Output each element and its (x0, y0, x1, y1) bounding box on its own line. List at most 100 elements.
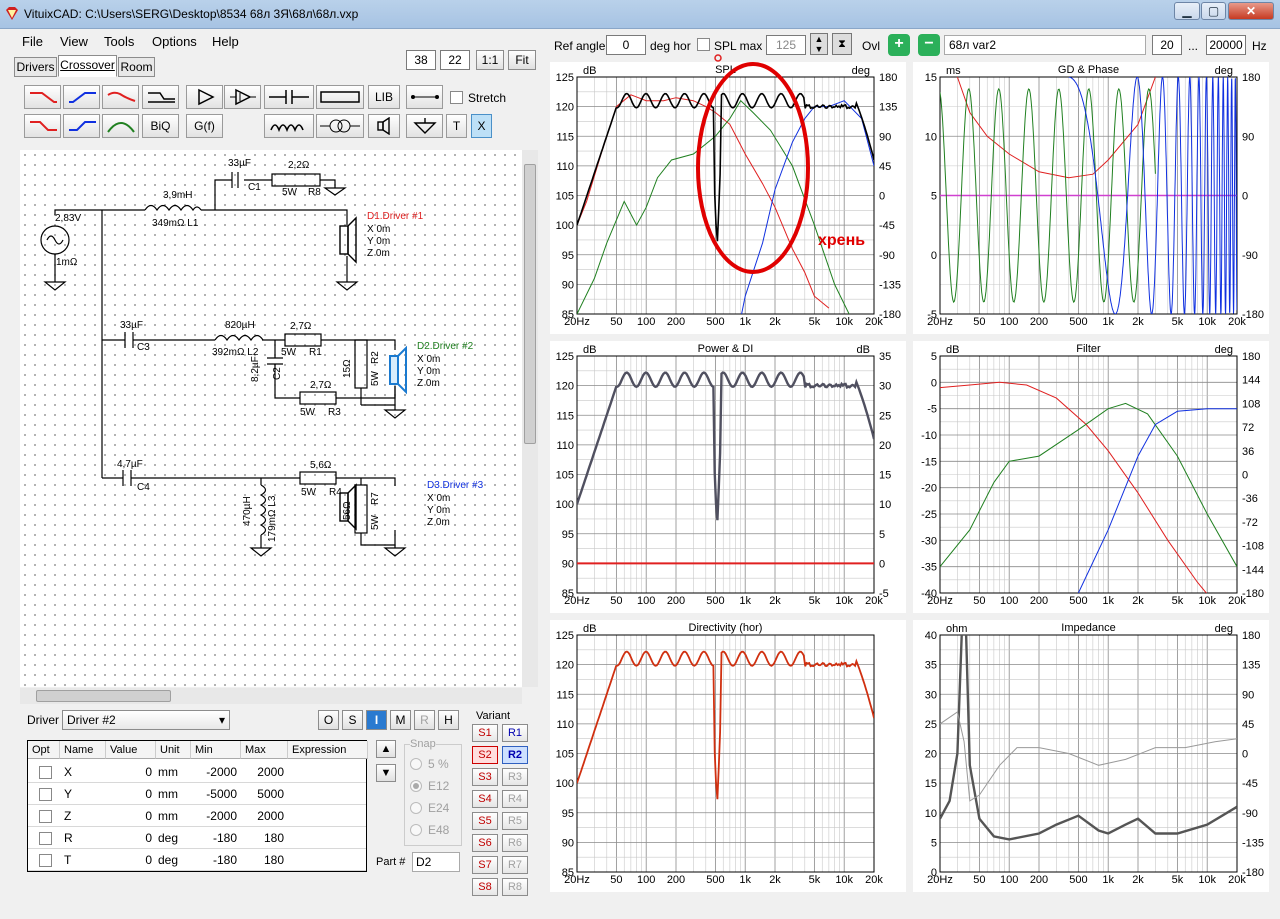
variant-r-button[interactable]: R2 (502, 746, 528, 764)
stretch-checkbox[interactable] (450, 91, 463, 104)
tab-drivers[interactable]: Drivers (14, 57, 57, 77)
minimize-button[interactable]: ▁ (1174, 2, 1200, 20)
step-filter-button[interactable] (142, 85, 179, 109)
x-button[interactable]: X (471, 114, 492, 138)
cell-value[interactable]: 0 (106, 853, 152, 867)
variant-r-button[interactable]: R7 (502, 856, 528, 874)
grid-height-field[interactable]: 22 (440, 50, 470, 70)
opt-checkbox[interactable] (39, 810, 52, 823)
cell-value[interactable]: 0 (106, 787, 152, 801)
library-button[interactable]: LIB (368, 85, 400, 109)
ref-angle-field[interactable]: 0 (606, 35, 646, 55)
buffer-button[interactable] (186, 85, 223, 109)
snap-radio[interactable] (410, 780, 422, 792)
inductor-button[interactable] (264, 114, 314, 138)
cell-name[interactable]: X (64, 765, 104, 779)
fit-button[interactable]: Fit (508, 50, 536, 70)
cell-min[interactable]: -180 (191, 831, 237, 845)
driver-i-button[interactable]: I (366, 710, 387, 730)
variant-s-button[interactable]: S1 (472, 724, 498, 742)
move-up-button[interactable]: ▲ (376, 740, 396, 758)
transfer-function-button[interactable]: G(f) (186, 114, 223, 138)
cell-name[interactable]: R (64, 831, 104, 845)
cell-unit[interactable]: deg (158, 853, 190, 867)
cell-value[interactable]: 0 (106, 809, 152, 823)
chart-panel-0[interactable]: SPLdB deg12512011511010510095908518013590… (550, 62, 906, 334)
chart-panel-1[interactable]: GD & Phasems deg151050-5180900-90-18020Hz… (913, 62, 1269, 334)
menu-view[interactable]: View (60, 34, 88, 49)
move-down-button[interactable]: ▼ (376, 764, 396, 782)
variant-s-button[interactable]: S3 (472, 768, 498, 786)
biquad-button[interactable]: BiQ (142, 114, 179, 138)
freq-max-field[interactable]: 20000 (1206, 35, 1246, 55)
variant-r-button[interactable]: R3 (502, 768, 528, 786)
driver-s-button[interactable]: S (342, 710, 363, 730)
driver-button[interactable] (368, 114, 400, 138)
snap-radio[interactable] (410, 824, 422, 836)
snap-radio[interactable] (410, 802, 422, 814)
cell-min[interactable]: -2000 (191, 809, 237, 823)
driver-select[interactable]: Driver #2 ▾ (62, 710, 230, 730)
cell-max[interactable]: 180 (241, 853, 284, 867)
close-button[interactable]: ✕ (1228, 2, 1274, 20)
spl-max-field[interactable]: 125 (766, 35, 806, 55)
opamp-button[interactable] (224, 85, 261, 109)
cell-unit[interactable]: mm (158, 765, 190, 779)
snap-radio[interactable] (410, 758, 422, 770)
variant-r-button[interactable]: R4 (502, 790, 528, 808)
cell-unit[interactable]: mm (158, 787, 190, 801)
wire-button[interactable] (406, 85, 443, 109)
variant-s-button[interactable]: S7 (472, 856, 498, 874)
opt-checkbox[interactable] (39, 788, 52, 801)
remove-overlay-button[interactable]: − (918, 34, 940, 56)
variant-r-button[interactable]: R5 (502, 812, 528, 830)
variant-s-button[interactable]: S4 (472, 790, 498, 808)
cell-unit[interactable]: deg (158, 831, 190, 845)
spl-stepper[interactable]: ▲ ▼ (810, 33, 828, 55)
highpass-blue-button[interactable] (63, 85, 100, 109)
ground-button[interactable] (406, 114, 443, 138)
tab-crossover[interactable]: Crossover (58, 55, 117, 77)
cell-max[interactable]: 180 (241, 831, 284, 845)
lowpass-order2-button[interactable] (24, 114, 61, 138)
lowpass-shelf-button[interactable] (102, 85, 139, 109)
menu-tools[interactable]: Tools (104, 34, 134, 49)
chart-panel-3[interactable]: FilterdB deg50-5-10-15-20-25-30-35-401801… (913, 341, 1269, 613)
auto-scale-button[interactable]: ⧗ (832, 33, 852, 55)
variant-name-field[interactable]: 68л var2 (944, 35, 1146, 55)
vertical-scrollbar[interactable] (522, 150, 538, 687)
cell-name[interactable]: Y (64, 787, 104, 801)
tab-room[interactable]: Room (118, 57, 155, 77)
chart-panel-2[interactable]: Power & DIdB dB12512011511010510095908535… (550, 341, 906, 613)
cell-name[interactable]: Z (64, 809, 104, 823)
cell-max[interactable]: 5000 (241, 787, 284, 801)
t-button[interactable]: T (446, 114, 467, 138)
cell-unit[interactable]: mm (158, 809, 190, 823)
variant-r-button[interactable]: R8 (502, 878, 528, 896)
transformer-button[interactable] (316, 114, 364, 138)
opt-checkbox[interactable] (39, 766, 52, 779)
freq-min-field[interactable]: 20 (1152, 35, 1182, 55)
cell-value[interactable]: 0 (106, 831, 152, 845)
variant-s-button[interactable]: S6 (472, 834, 498, 852)
cell-name[interactable]: T (64, 853, 104, 867)
menu-help[interactable]: Help (212, 34, 239, 49)
part-field[interactable]: D2 (412, 852, 460, 872)
menu-options[interactable]: Options (152, 34, 197, 49)
schematic-canvas[interactable]: 2,83V 1mΩ 33µF C1 2,2Ω 5W R8 3,9mH 349mΩ… (20, 150, 522, 687)
variant-s-button[interactable]: S8 (472, 878, 498, 896)
maximize-button[interactable]: ▢ (1201, 2, 1226, 20)
driver-m-button[interactable]: M (390, 710, 411, 730)
capacitor-button[interactable] (264, 85, 314, 109)
lowpass-red-button[interactable] (24, 85, 61, 109)
variant-s-button[interactable]: S2 (472, 746, 498, 764)
horizontal-scrollbar[interactable] (20, 688, 522, 704)
cell-max[interactable]: 2000 (241, 809, 284, 823)
grid-width-field[interactable]: 38 (406, 50, 436, 70)
resistor-button[interactable] (316, 85, 364, 109)
zoom-1-1-button[interactable]: 1:1 (476, 50, 504, 70)
driver-h-button[interactable]: H (438, 710, 459, 730)
cell-min[interactable]: -5000 (191, 787, 237, 801)
variant-r-button[interactable]: R1 (502, 724, 528, 742)
chart-panel-5[interactable]: Impedanceohm deg4035302520151050180135904… (913, 620, 1269, 892)
